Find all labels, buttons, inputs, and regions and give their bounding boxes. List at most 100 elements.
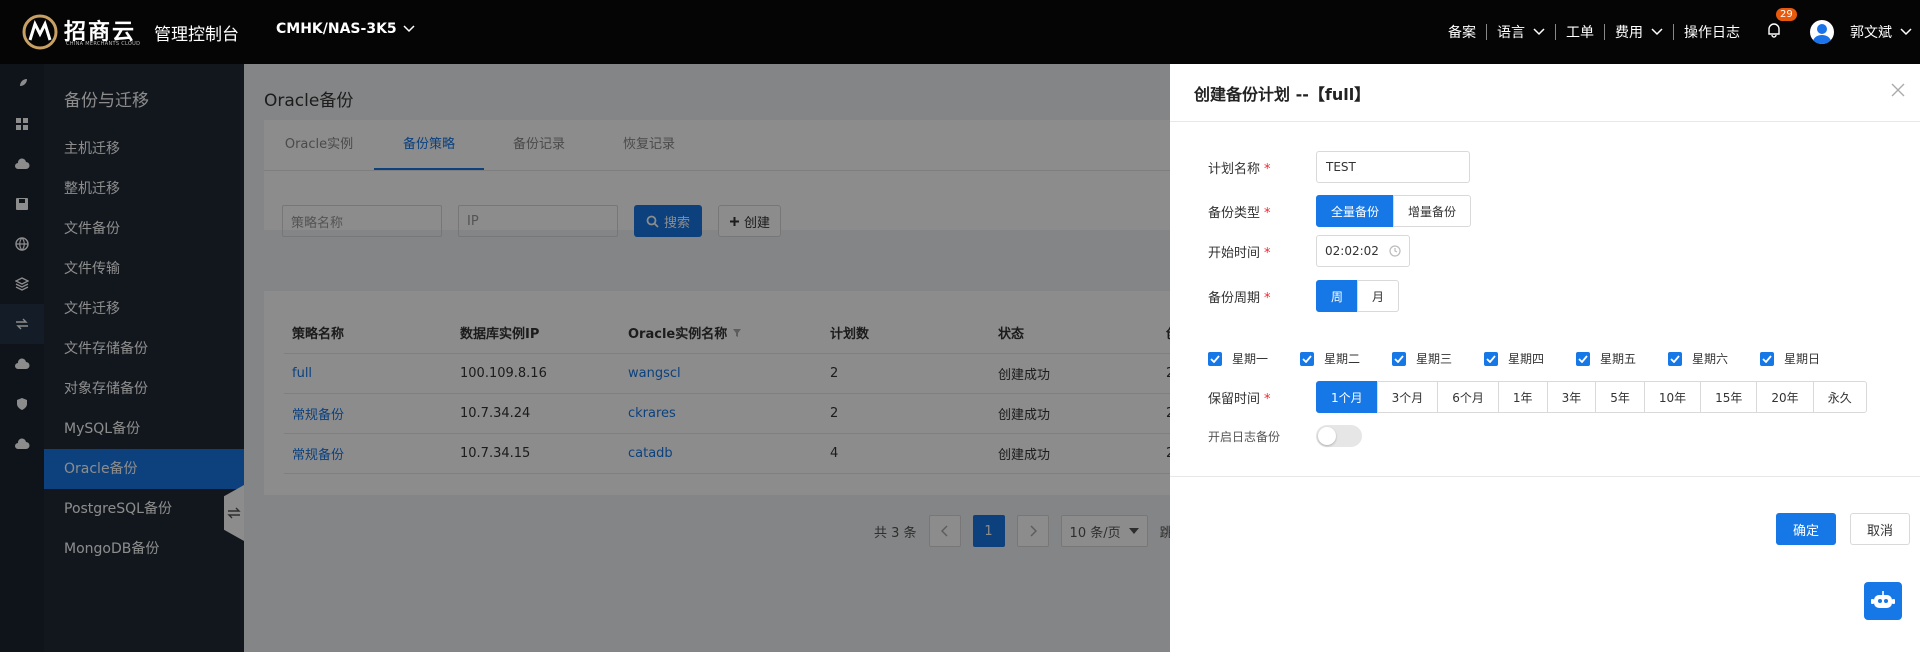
checkbox-checked[interactable] [1576, 351, 1590, 366]
checkbox-checked[interactable] [1484, 351, 1498, 366]
weekday-sunday[interactable]: 星期日 [1760, 350, 1852, 367]
backup-type-label: 备份类型 * [1208, 202, 1316, 221]
nav-language-label: 语言 [1497, 25, 1525, 41]
user-menu[interactable]: 郭文斌 [1800, 20, 1920, 44]
weekday-label: 星期二 [1324, 352, 1361, 366]
chevron-down-icon [1651, 28, 1663, 36]
close-icon[interactable] [1890, 82, 1906, 98]
chevron-down-icon [1533, 28, 1545, 36]
weekday-label: 星期三 [1416, 352, 1453, 366]
retention-row: 保留时间 * 1个月 3个月 6个月 1年 3年 5年 10年 15年 20年 永… [1208, 381, 1867, 413]
weekday-label: 星期日 [1784, 352, 1821, 366]
nav-beian-label: 备案 [1448, 25, 1476, 41]
chevron-down-icon [1900, 28, 1912, 36]
retention-3-months[interactable]: 3个月 [1376, 381, 1439, 413]
start-time-picker[interactable]: 02:02:02 [1316, 235, 1410, 267]
nav-billing-label: 费用 [1615, 25, 1643, 41]
log-backup-label: 开启日志备份 [1208, 429, 1281, 444]
check-icon [1762, 354, 1772, 363]
start-time-row: 开始时间 * 02:02:02 [1208, 235, 1410, 267]
backup-type-group: 全量备份 增量备份 [1316, 195, 1472, 227]
nav-billing[interactable]: 费用 [1605, 24, 1674, 41]
backup-type-row: 备份类型 * 全量备份 增量备份 [1208, 195, 1472, 227]
region-selector[interactable]: CMHK/NAS-3K5 [276, 21, 415, 37]
backup-period-label-text: 备份周期 [1208, 290, 1261, 306]
start-time-label-text: 开始时间 [1208, 245, 1261, 261]
nav-oplog-label: 操作日志 [1684, 25, 1740, 41]
retention-15-years[interactable]: 15年 [1700, 381, 1758, 413]
weekday-monday[interactable]: 星期一 [1208, 350, 1300, 367]
weekday-checkbox-group: 星期一 星期二 星期三 星期四 星期五 星期六 星期日 [1208, 350, 1852, 367]
retention-10-years[interactable]: 10年 [1643, 381, 1702, 413]
log-backup-toggle[interactable] [1316, 425, 1362, 447]
required-mark: * [1264, 161, 1271, 177]
chevron-down-icon [403, 25, 415, 33]
drawer-title: 创建备份计划 --【full】 [1194, 84, 1371, 104]
retention-group: 1个月 3个月 6个月 1年 3年 5年 10年 15年 20年 永久 [1316, 381, 1867, 413]
retention-1-year[interactable]: 1年 [1497, 381, 1548, 413]
plan-name-label: 计划名称 * [1208, 158, 1316, 177]
retention-forever[interactable]: 永久 [1812, 381, 1867, 413]
brand-subtitle: CHINA MERCHANTS CLOUD [66, 41, 141, 47]
create-plan-drawer: 创建备份计划 --【full】 计划名称 * TEST 备份类型 * 全量备份 增量… [1170, 64, 1920, 652]
check-icon [1486, 354, 1496, 363]
backup-period-row: 备份周期 * 周 月 [1208, 280, 1400, 312]
period-week[interactable]: 周 [1316, 280, 1359, 312]
weekday-tuesday[interactable]: 星期二 [1300, 350, 1392, 367]
required-mark: * [1264, 290, 1271, 306]
weekday-label: 星期四 [1508, 352, 1545, 366]
checkbox-checked[interactable] [1300, 351, 1314, 366]
retention-3-years[interactable]: 3年 [1546, 381, 1597, 413]
brand-logo-icon[interactable] [20, 14, 60, 50]
checkbox-checked[interactable] [1392, 351, 1406, 366]
cancel-button[interactable]: 取消 [1850, 513, 1910, 545]
retention-6-months[interactable]: 6个月 [1437, 381, 1499, 413]
weekday-label: 星期一 [1232, 352, 1269, 366]
nav-ticket[interactable]: 工单 [1556, 24, 1605, 41]
checkbox-checked[interactable] [1760, 351, 1774, 366]
robot-icon [1871, 591, 1895, 608]
period-month[interactable]: 月 [1357, 280, 1400, 312]
check-icon [1578, 354, 1588, 363]
check-icon [1302, 354, 1312, 363]
weekday-label: 星期六 [1692, 352, 1729, 366]
avatar [1810, 20, 1834, 44]
checkbox-checked[interactable] [1668, 351, 1682, 366]
nav-oplog[interactable]: 操作日志 [1674, 24, 1750, 41]
modal-overlay[interactable] [0, 64, 1170, 652]
plan-name-input[interactable]: TEST [1316, 151, 1470, 183]
backup-period-label: 备份周期 * [1208, 287, 1316, 306]
log-backup-row: 开启日志备份 [1208, 425, 1362, 447]
weekday-saturday[interactable]: 星期六 [1668, 350, 1760, 367]
retention-20-years[interactable]: 20年 [1756, 381, 1814, 413]
backup-type-label-text: 备份类型 [1208, 205, 1261, 221]
drawer-footer-divider [1170, 476, 1920, 477]
weekday-friday[interactable]: 星期五 [1576, 350, 1668, 367]
backup-type-full[interactable]: 全量备份 [1316, 195, 1395, 227]
checkbox-checked[interactable] [1208, 351, 1222, 366]
start-time-value: 02:02:02 [1325, 244, 1379, 258]
start-time-label: 开始时间 * [1208, 242, 1316, 261]
backup-type-incremental[interactable]: 增量备份 [1393, 195, 1472, 227]
confirm-button[interactable]: 确定 [1776, 513, 1836, 545]
console-title[interactable]: 管理控制台 [154, 20, 239, 45]
retention-label: 保留时间 * [1208, 388, 1316, 407]
region-label: CMHK/NAS-3K5 [276, 21, 397, 37]
retention-5-years[interactable]: 5年 [1595, 381, 1645, 413]
backup-period-group: 周 月 [1316, 280, 1400, 312]
assistant-robot-button[interactable] [1864, 582, 1902, 620]
nav-ticket-label: 工单 [1566, 25, 1594, 41]
weekday-label: 星期五 [1600, 352, 1637, 366]
top-nav: 备案 语言 工单 费用 操作日志 29 郭文斌 [1438, 0, 1920, 64]
retention-label-text: 保留时间 [1208, 391, 1261, 407]
weekday-thursday[interactable]: 星期四 [1484, 350, 1576, 367]
notification-button[interactable]: 29 [1766, 8, 1797, 42]
nav-language[interactable]: 语言 [1487, 24, 1556, 41]
notification-badge: 29 [1776, 8, 1797, 21]
plan-name-row: 计划名称 * TEST [1208, 151, 1470, 183]
clock-icon [1389, 245, 1401, 257]
drawer-header: 创建备份计划 --【full】 [1170, 64, 1920, 122]
nav-beian[interactable]: 备案 [1438, 24, 1487, 41]
weekday-wednesday[interactable]: 星期三 [1392, 350, 1484, 367]
retention-1-month[interactable]: 1个月 [1316, 381, 1378, 413]
